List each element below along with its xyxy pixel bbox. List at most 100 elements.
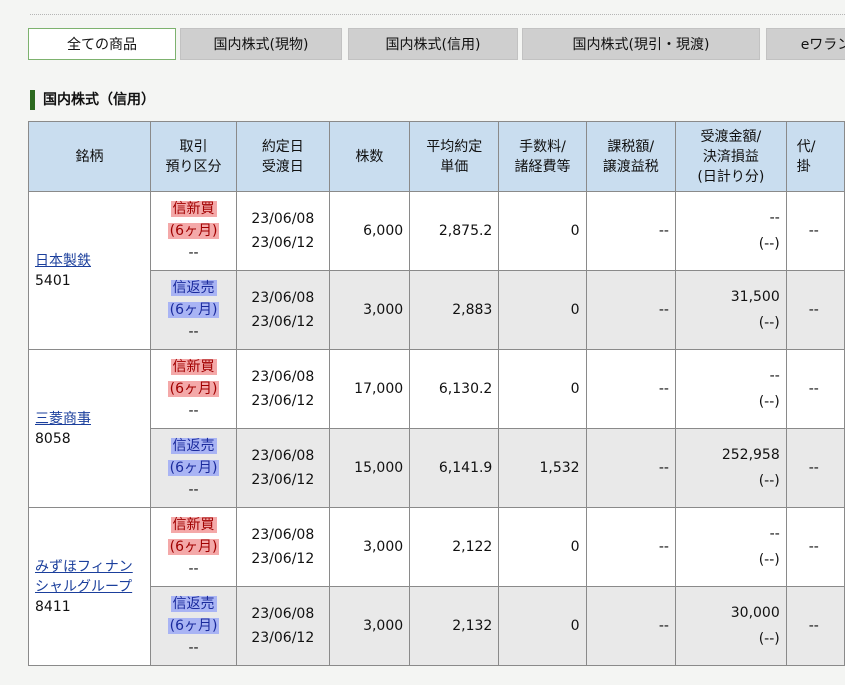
amount-cell: 30,000 (--) — [674, 586, 787, 666]
trade-type-badge: 信返売 — [170, 438, 217, 454]
pl-value: (--) — [758, 394, 780, 410]
shares-cell: 17,000 — [328, 349, 411, 429]
stock-code: 5401 — [35, 272, 71, 289]
amount-cell: 252,958 (--) — [674, 428, 787, 508]
stock-cell: 日本製鉄 5401 — [27, 191, 152, 350]
trade-type-badge: 信返売 — [170, 280, 217, 296]
stock-name-link[interactable]: 三菱商事 — [35, 411, 91, 427]
col-header-fee: 手数料/諸経費等 — [498, 121, 587, 192]
amount-value: -- — [769, 526, 780, 542]
trade-date: 23/06/08 — [251, 527, 315, 543]
fee-cell: 0 — [498, 507, 587, 587]
price-cell: 2,883 — [409, 270, 500, 350]
fee-cell: 0 — [498, 349, 587, 429]
pl-value: (--) — [758, 315, 780, 331]
settle-date: 23/06/12 — [251, 472, 315, 488]
term-badge: (6ヶ月) — [167, 381, 220, 397]
col-header-shares: 株数 — [328, 121, 411, 192]
settle-date: 23/06/12 — [251, 551, 315, 567]
product-tabs: 全ての商品 国内株式(現物) 国内株式(信用) 国内株式(現引・現渡) eワラン — [28, 28, 845, 62]
term-badge: (6ヶ月) — [167, 618, 220, 634]
amount-cell: -- (--) — [674, 191, 787, 271]
amount-value: 252,958 — [721, 447, 780, 463]
tax-cell: -- — [585, 428, 676, 508]
col-header-amount: 受渡金額/決済損益 (日計り分) — [674, 121, 787, 192]
price-cell: 2,132 — [409, 586, 500, 666]
term-badge: (6ヶ月) — [167, 223, 220, 239]
trade-type-cell: 信返売 (6ヶ月) -- — [150, 586, 237, 666]
dates-cell: 23/06/08 23/06/12 — [235, 507, 330, 587]
trade-date: 23/06/08 — [251, 290, 315, 306]
trade-type-badge: 信新買 — [170, 201, 217, 217]
margin-trade-table: 銘柄 取引 預り区分 約定日 受渡日 株数 平均約定 単価 手数料/諸経費等 課税額/… — [27, 121, 845, 666]
table-row: 信返売 (6ヶ月) -- 23/06/08 23/06/12 15,000 6,… — [29, 428, 845, 508]
term-badge: (6ヶ月) — [167, 302, 220, 318]
col-header-price: 平均約定 単価 — [409, 121, 500, 192]
trade-type-badge: 信返売 — [170, 596, 217, 612]
trade-type-cell: 信新買 (6ヶ月) -- — [150, 507, 237, 587]
deposit-type: -- — [188, 640, 199, 656]
deposit-type: -- — [188, 324, 199, 340]
col-header-name: 銘柄 — [27, 121, 152, 192]
amount-value: 30,000 — [730, 605, 780, 621]
price-cell: 2,875.2 — [409, 191, 500, 271]
dates-cell: 23/06/08 23/06/12 — [235, 428, 330, 508]
fee-cell: 0 — [498, 191, 587, 271]
section-title: 国内株式（信用） — [30, 90, 155, 110]
shares-cell: 6,000 — [328, 191, 411, 271]
price-cell: 6,130.2 — [409, 349, 500, 429]
settle-date: 23/06/12 — [251, 314, 315, 330]
stock-code: 8058 — [35, 430, 71, 447]
tab-all-products[interactable]: 全ての商品 — [28, 28, 176, 60]
table-header-row: 銘柄 取引 預り区分 約定日 受渡日 株数 平均約定 単価 手数料/諸経費等 課税額/… — [27, 121, 845, 192]
shares-cell: 3,000 — [328, 270, 411, 350]
extra-cell: -- — [785, 428, 845, 508]
table-row: 三菱商事 8058 信新買 (6ヶ月) -- 23/06/08 23/06/12… — [27, 349, 845, 508]
tax-cell: -- — [585, 507, 676, 587]
amount-cell: -- (--) — [674, 349, 787, 429]
stock-cell: みずほフィナンシャルグループ 8411 — [27, 507, 152, 666]
dates-cell: 23/06/08 23/06/12 — [235, 586, 330, 666]
col-header-tax: 課税額/譲渡益税 — [585, 121, 676, 192]
trade-type-cell: 信新買 (6ヶ月) -- — [150, 191, 237, 271]
term-badge: (6ヶ月) — [167, 460, 220, 476]
tab-domestic-delivery[interactable]: 国内株式(現引・現渡) — [522, 28, 760, 60]
trade-date: 23/06/08 — [251, 369, 315, 385]
stock-name-link[interactable]: みずほフィナンシャルグループ — [35, 559, 133, 595]
extra-cell: -- — [785, 507, 845, 587]
tab-domestic-cash[interactable]: 国内株式(現物) — [180, 28, 342, 60]
settle-date: 23/06/12 — [251, 630, 315, 646]
amount-cell: -- (--) — [674, 507, 787, 587]
col-header-dates: 約定日 受渡日 — [235, 121, 330, 192]
tax-cell: -- — [585, 191, 676, 271]
fee-cell: 1,532 — [498, 428, 587, 508]
extra-cell: -- — [785, 191, 845, 271]
trade-type-cell: 信新買 (6ヶ月) -- — [150, 349, 237, 429]
table-row: 信返売 (6ヶ月) -- 23/06/08 23/06/12 3,000 2,1… — [29, 586, 845, 666]
shares-cell: 3,000 — [328, 586, 411, 666]
amount-cell: 31,500 (--) — [674, 270, 787, 350]
amount-value: -- — [769, 368, 780, 384]
deposit-type: -- — [188, 245, 199, 261]
fee-cell: 0 — [498, 586, 587, 666]
table-row: 日本製鉄 5401 信新買 (6ヶ月) -- 23/06/08 23/06/12… — [27, 191, 845, 350]
table-row: 信返売 (6ヶ月) -- 23/06/08 23/06/12 3,000 2,8… — [29, 270, 845, 350]
extra-cell: -- — [785, 586, 845, 666]
fee-cell: 0 — [498, 270, 587, 350]
settle-date: 23/06/12 — [251, 235, 315, 251]
deposit-type: -- — [188, 403, 199, 419]
stock-name-link[interactable]: 日本製鉄 — [35, 253, 91, 269]
col-header-trade-type: 取引 預り区分 — [150, 121, 237, 192]
tax-cell: -- — [585, 349, 676, 429]
price-cell: 2,122 — [409, 507, 500, 587]
dates-cell: 23/06/08 23/06/12 — [235, 270, 330, 350]
term-badge: (6ヶ月) — [167, 539, 220, 555]
extra-cell: -- — [785, 270, 845, 350]
dates-cell: 23/06/08 23/06/12 — [235, 349, 330, 429]
tab-ewarrant[interactable]: eワラン — [766, 28, 845, 60]
stock-code: 8411 — [35, 598, 71, 615]
extra-cell: -- — [785, 349, 845, 429]
trade-date: 23/06/08 — [251, 211, 315, 227]
pl-value: (--) — [758, 631, 780, 647]
tab-domestic-margin[interactable]: 国内株式(信用) — [348, 28, 518, 60]
